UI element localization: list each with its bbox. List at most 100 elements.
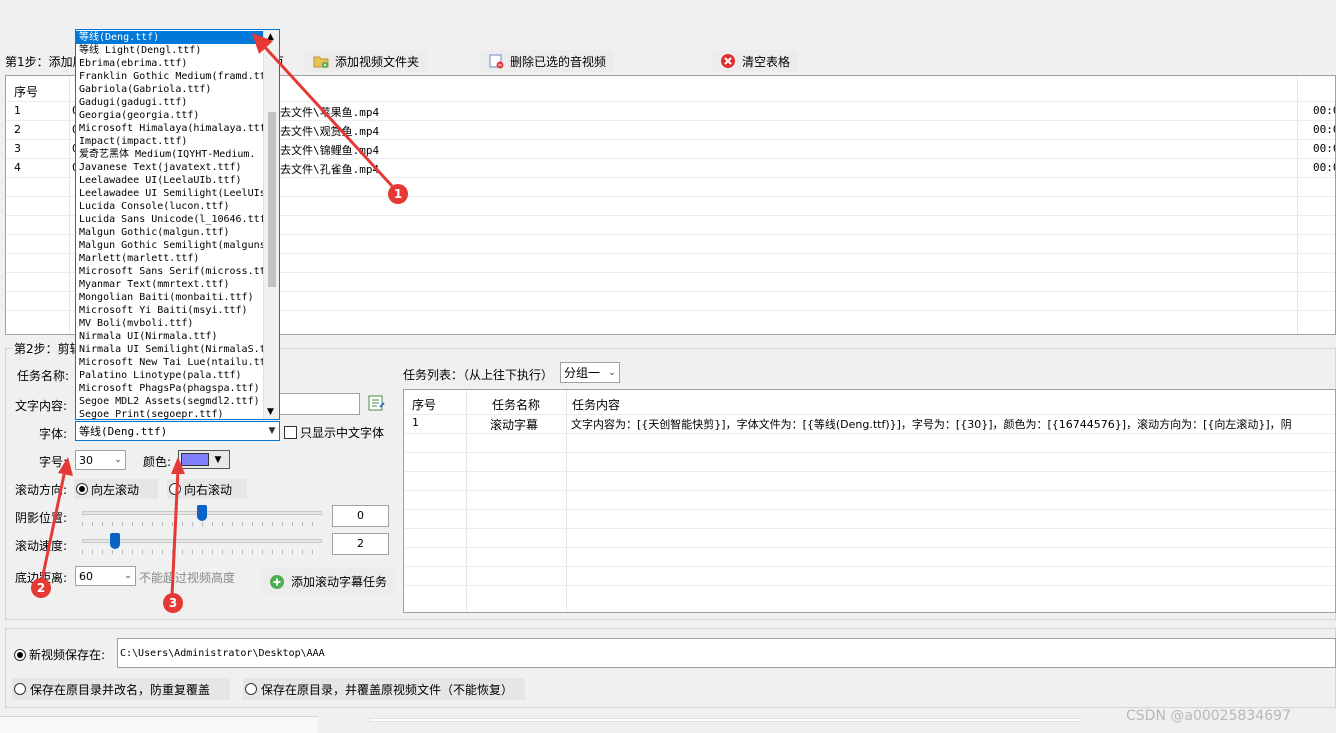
row-index: 1 [14, 104, 21, 117]
radio-dot [245, 683, 257, 695]
add-folder-label: 添加视频文件夹 [335, 54, 420, 69]
size-label: 字号: [39, 455, 68, 469]
size-select[interactable]: 30 ⌄ [75, 450, 126, 470]
font-option[interactable]: Nirmala UI Semilight(NirmalaS.ttf [76, 343, 264, 356]
plus-circle-icon [269, 574, 285, 590]
font-option[interactable]: Lucida Sans Unicode(l_10646.ttf) [76, 213, 264, 226]
table-row[interactable]: 1 滚动字幕 文字内容为：[{天创智能快剪}]，字体文件为：[{等线(Deng.… [404, 416, 1335, 433]
row-index: 4 [14, 161, 21, 174]
radio-dot [169, 483, 181, 495]
font-option[interactable]: Impact(impact.ttf) [76, 135, 264, 148]
task-table[interactable]: 序号 任务名称 任务内容 1 滚动字幕 文字内容为：[{天创智能快剪}]，字体文… [403, 389, 1336, 613]
font-option[interactable]: Palatino Linotype(pala.ttf) [76, 369, 264, 382]
rename-radio[interactable]: 保存在原目录并改名，防重复覆盖 [12, 678, 230, 700]
font-option[interactable]: MV Boli(mvboli.ttf) [76, 317, 264, 330]
shadow-label: 阴影位置: [15, 511, 68, 525]
shadow-slider[interactable] [82, 505, 322, 527]
bottom-select[interactable]: 60 ⌄ [75, 566, 136, 586]
font-option[interactable]: 等线 Light(Dengl.ttf) [76, 44, 264, 57]
slider-ticks [82, 522, 322, 526]
speed-value-input[interactable]: 2 [332, 533, 389, 555]
radio-dot [76, 483, 88, 495]
color-swatch [181, 453, 209, 466]
chinese-only-checkbox[interactable]: 只显示中文字体 [284, 424, 384, 441]
save-path-input[interactable]: C:\Users\Administrator\Desktop\AAA [117, 638, 1336, 668]
font-option[interactable]: Malgun Gothic(malgun.ttf) [76, 226, 264, 239]
font-option[interactable]: 爱奇艺黑体 Medium(IQYHT-Medium. [76, 148, 264, 161]
font-dropdown-list[interactable]: 等线(Deng.ttf) 等线 Light(Dengl.ttf) Ebrima(eb… [75, 29, 280, 420]
font-option[interactable]: Ebrima(ebrima.ttf) [76, 57, 264, 70]
file-table-col-index: 序号 [14, 85, 39, 99]
scroll-up-icon[interactable]: ▲ [267, 32, 274, 42]
font-option[interactable]: Leelawadee UI(LeelaUIb.ttf) [76, 174, 264, 187]
task-row-content: 文字内容为：[{天创智能快剪}]，字体文件为：[{等线(Deng.ttf)}]，… [571, 418, 1292, 431]
font-option[interactable]: Mongolian Baiti(monbaiti.ttf) [76, 291, 264, 304]
row-index: 3 [14, 142, 21, 155]
font-option[interactable]: Segoe Print(segoepr.ttf) [76, 408, 264, 419]
font-option[interactable]: Gabriola(Gabriola.ttf) [76, 83, 264, 96]
font-option[interactable]: Microsoft Himalaya(himalaya.ttf) [76, 122, 264, 135]
row-time: 00:0 [1313, 142, 1335, 155]
text-content-input[interactable] [278, 393, 360, 415]
new-video-radio[interactable]: 新视频保存在: [14, 646, 105, 663]
edit-text-icon[interactable] [368, 394, 386, 415]
font-option[interactable]: Lucida Console(lucon.ttf) [76, 200, 264, 213]
font-option[interactable]: Javanese Text(javatext.ttf) [76, 161, 264, 174]
font-option[interactable]: Gadugi(gadugi.ttf) [76, 96, 264, 109]
add-folder-button[interactable]: 添加视频文件夹 [305, 50, 428, 72]
slider-thumb[interactable] [109, 533, 120, 549]
group-select[interactable]: 分组一 ⌄ [560, 362, 620, 383]
font-option[interactable]: Nirmala UI(Nirmala.ttf) [76, 330, 264, 343]
font-option[interactable]: Microsoft Sans Serif(micross.ttf) [76, 265, 264, 278]
font-option[interactable]: Malgun Gothic Semilight(malgunsl [76, 239, 264, 252]
slider-ticks [82, 550, 322, 554]
delete-selected-button[interactable]: 删除已选的音视频 [480, 50, 615, 72]
font-option[interactable]: Georgia(georgia.ttf) [76, 109, 264, 122]
color-picker[interactable]: ▼ [178, 450, 230, 469]
new-video-label: 新视频保存在: [29, 648, 106, 662]
speed-label: 滚动速度: [15, 539, 68, 553]
scroll-right-radio[interactable]: 向右滚动 [167, 479, 247, 499]
shadow-value-input[interactable]: 0 [332, 505, 389, 527]
overwrite-radio[interactable]: 保存在原目录，并覆盖原视频文件（不能恢复） [243, 678, 525, 700]
scroll-left-radio[interactable]: 向左滚动 [74, 479, 158, 499]
size-select-value: 30 [79, 453, 93, 467]
font-option[interactable]: Microsoft Yi Baiti(msyi.ttf) [76, 304, 264, 317]
task-list-label: 任务列表：（从上往下执行） [403, 368, 554, 382]
clear-table-button[interactable]: 清空表格 [712, 50, 799, 72]
speed-slider[interactable] [82, 533, 322, 555]
chevron-down-icon: ▼ [214, 454, 222, 465]
font-dropdown-items: 等线(Deng.ttf) 等线 Light(Dengl.ttf) Ebrima(eb… [76, 31, 264, 419]
slider-thumb[interactable] [197, 505, 207, 521]
font-option[interactable]: Segoe MDL2 Assets(segmdl2.ttf) [76, 395, 264, 408]
chevron-down-icon: ⌄ [114, 455, 122, 465]
task-col-name: 任务名称 [492, 398, 541, 412]
row-path: 去文件\孔雀鱼.mp4 [280, 163, 380, 176]
font-dropdown-scrollbar[interactable]: ▲ ▼ [263, 30, 279, 419]
step2-label: 第2步：剪辑 [12, 340, 84, 357]
callout-badge-3: 3 [163, 593, 183, 613]
scroll-down-icon[interactable]: ▼ [267, 407, 274, 417]
font-option[interactable]: Marlett(marlett.ttf) [76, 252, 264, 265]
task-row-index: 1 [412, 416, 419, 429]
scrollbar-thumb[interactable] [268, 112, 276, 287]
task-name-label: 任务名称: [17, 369, 70, 383]
font-option[interactable]: Microsoft PhagsPa(phagspa.ttf) [76, 382, 264, 395]
font-select[interactable]: 等线(Deng.ttf) ▼ [75, 421, 280, 441]
watermark: CSDN @a00025834697 [1126, 708, 1291, 724]
font-option[interactable]: Leelawadee UI Semilight(LeelUIsl [76, 187, 264, 200]
font-option[interactable]: Franklin Gothic Medium(framd.ttf) [76, 70, 264, 83]
add-task-button[interactable]: 添加滚动字幕任务 [261, 568, 396, 595]
delete-file-icon [488, 53, 504, 69]
folder-add-icon [313, 53, 329, 69]
status-bar-left [0, 716, 318, 733]
chevron-down-icon: ⌄ [124, 571, 132, 581]
step1-label: 第1步：添加原 [5, 55, 85, 69]
font-option[interactable]: Microsoft New Tai Lue(ntailu.ttf) [76, 356, 264, 369]
font-select-value: 等线(Deng.ttf) [79, 425, 168, 438]
row-time: 00:0 [1313, 123, 1335, 136]
font-option[interactable]: Myanmar Text(mmrtext.ttf) [76, 278, 264, 291]
font-option[interactable]: 等线(Deng.ttf) [76, 31, 264, 44]
group-select-value: 分组一 [564, 366, 601, 380]
bottom-select-value: 60 [79, 569, 93, 583]
